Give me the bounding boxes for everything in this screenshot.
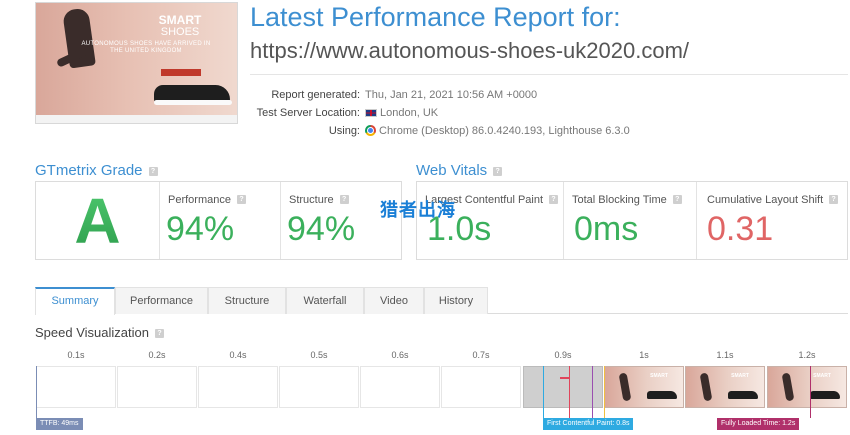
meta-value: London, UK <box>365 106 438 120</box>
uk-flag-icon <box>365 109 377 117</box>
report-title: Latest Performance Report for: <box>250 2 621 32</box>
web-vitals-heading: Web Vitals? <box>416 162 503 179</box>
grade-heading: GTmetrix Grade? <box>35 162 158 179</box>
tbt-value: 0ms <box>574 210 639 248</box>
performance-label: Performance? <box>168 194 246 206</box>
speed-visualization-heading: Speed Visualization? <box>35 325 164 340</box>
frame-time-label: 1.2s <box>798 350 816 360</box>
cls-value: 0.31 <box>707 210 774 248</box>
tab-summary[interactable]: Summary <box>35 287 115 315</box>
page-screenshot-thumbnail[interactable]: SMART SHOES AUTONOMOUS SHOES HAVE ARRIVE… <box>35 2 238 124</box>
question-mark-icon[interactable]: ? <box>829 195 839 204</box>
meta-report-generated: Report generated: Thu, Jan 21, 2021 10:56… <box>250 88 810 102</box>
performance-metric: Performance? 94% <box>160 182 281 259</box>
meta-value: Thu, Jan 21, 2021 10:56 AM +0000 <box>365 89 538 101</box>
frame-time-label: 0.4s <box>229 350 247 360</box>
screenshot-brand-line1: SMART <box>158 13 202 27</box>
filmstrip-frame[interactable]: SMART <box>604 366 684 408</box>
filmstrip-frame[interactable]: SMART <box>767 366 847 408</box>
ttfb-line <box>36 366 37 418</box>
frame-time-label: 0.9s <box>554 350 572 360</box>
tab-structure[interactable]: Structure <box>208 287 286 314</box>
meta-label: Test Server Location: <box>256 107 360 119</box>
chrome-icon <box>365 125 376 136</box>
fcp-line <box>543 366 544 418</box>
filmstrip-frame[interactable] <box>441 366 521 408</box>
fully-loaded-line <box>810 366 811 418</box>
filmstrip-frame[interactable] <box>198 366 278 408</box>
meta-using: Using: Chrome (Desktop) 86.0.4240.193, Li… <box>250 124 810 138</box>
tab-waterfall[interactable]: Waterfall <box>286 287 364 314</box>
screenshot-cta <box>161 69 201 76</box>
filmstrip-frame[interactable] <box>36 366 116 408</box>
question-mark-icon[interactable]: ? <box>339 195 349 204</box>
watermark: 猎者出海 <box>380 200 456 220</box>
question-mark-icon[interactable]: ? <box>154 329 164 338</box>
meta-label: Using: <box>328 125 360 137</box>
fully-loaded-marker: Fully Loaded Time: 1.2s <box>717 418 800 430</box>
ttfb-marker: TTFB: 49ms <box>36 418 83 430</box>
frame-time-label: 1s <box>639 350 649 360</box>
grade-letter-cell: A <box>36 182 160 259</box>
screenshot-tagline: AUTONOMOUS SHOES HAVE ARRIVED IN THE UNI… <box>81 41 211 54</box>
meta-value: Chrome (Desktop) 86.0.4240.193, Lighthou… <box>365 124 630 138</box>
tbt-label: Total Blocking Time? <box>572 194 682 206</box>
tab-history[interactable]: History <box>424 287 488 314</box>
frame-time-label: 0.5s <box>310 350 328 360</box>
question-mark-icon[interactable]: ? <box>493 167 503 176</box>
server-location-text: London, UK <box>380 107 439 119</box>
web-vitals-panel: Largest Contentful Paint? 1.0s Total Blo… <box>416 181 848 260</box>
tbt-metric: Total Blocking Time? 0ms <box>564 182 697 259</box>
frame-time-label: 0.6s <box>391 350 409 360</box>
question-mark-icon[interactable]: ? <box>549 195 559 204</box>
screenshot-brand-line2: SHOES <box>160 26 200 38</box>
grade-heading-text: GTmetrix Grade <box>35 162 143 179</box>
report-tabs: Summary Performance Structure Waterfall … <box>35 287 848 315</box>
meta-label: Report generated: <box>271 89 360 101</box>
header-divider <box>250 74 848 75</box>
frame-time-label: 0.1s <box>67 350 85 360</box>
frame-time-label: 1.1s <box>716 350 734 360</box>
shoe-sole <box>154 100 232 105</box>
question-mark-icon[interactable]: ? <box>236 195 246 204</box>
performance-value: 94% <box>166 210 235 248</box>
filmstrip-frame[interactable] <box>523 366 603 408</box>
question-mark-icon[interactable]: ? <box>148 167 158 176</box>
grade-letter: A <box>74 184 121 257</box>
tab-performance[interactable]: Performance <box>115 287 208 314</box>
structure-label: Structure? <box>289 194 349 206</box>
filmstrip-frame[interactable] <box>279 366 359 408</box>
browser-text: Chrome (Desktop) 86.0.4240.193, Lighthou… <box>379 125 630 137</box>
frame-time-label: 0.7s <box>472 350 490 360</box>
cls-label: Cumulative Layout Shift? <box>707 194 839 206</box>
report-url[interactable]: https://www.autonomous-shoes-uk2020.com/ <box>250 38 689 64</box>
question-mark-icon[interactable]: ? <box>672 195 682 204</box>
web-vitals-heading-text: Web Vitals <box>416 162 488 179</box>
filmstrip-frame[interactable] <box>360 366 440 408</box>
meta-server-location: Test Server Location: London, UK <box>250 106 810 120</box>
tab-video[interactable]: Video <box>364 287 424 314</box>
speed-heading-text: Speed Visualization <box>35 325 149 340</box>
filmstrip-frame[interactable]: SMART <box>685 366 765 408</box>
fcp-marker: First Contentful Paint: 0.8s <box>543 418 634 430</box>
structure-value: 94% <box>287 210 356 248</box>
filmstrip-frame[interactable] <box>117 366 197 408</box>
frame-time-label: 0.2s <box>148 350 166 360</box>
gtmetrix-grade-panel: A Performance? 94% Structure? 94% <box>35 181 402 260</box>
cls-metric: Cumulative Layout Shift? 0.31 <box>697 182 847 259</box>
